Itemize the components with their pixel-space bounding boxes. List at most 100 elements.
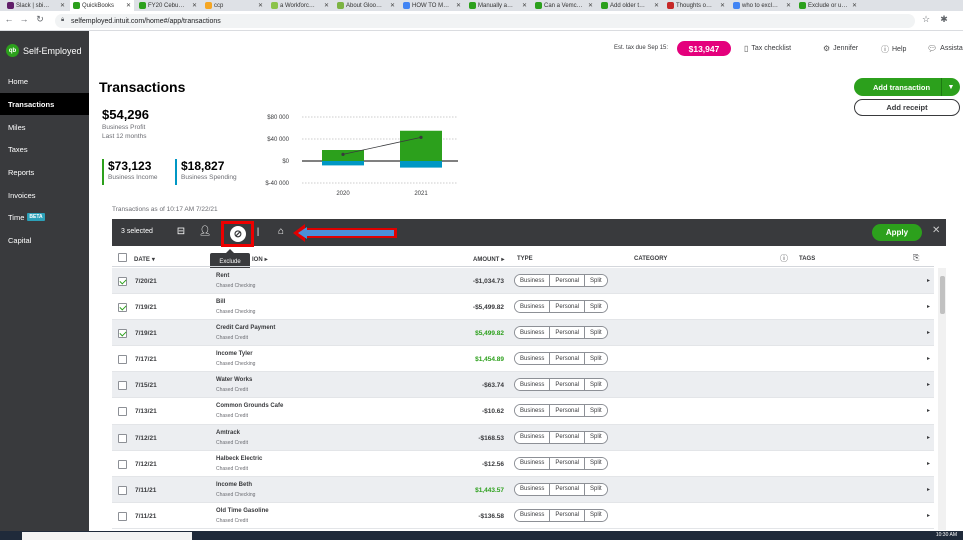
type-personal-button[interactable]: Personal — [550, 457, 586, 469]
type-personal-button[interactable]: Personal — [550, 327, 586, 339]
browser-tab[interactable]: HOW TO M… ✕ — [400, 0, 464, 11]
attachment-icon[interactable]: ⎘ — [913, 253, 919, 263]
type-personal-button[interactable]: Personal — [550, 405, 586, 417]
tab-close-icon[interactable]: ✕ — [786, 2, 791, 9]
type-business-button[interactable]: Business — [515, 457, 551, 469]
expand-row-icon[interactable]: ▸ — [927, 277, 930, 284]
expand-row-icon[interactable]: ▸ — [927, 486, 930, 493]
row-checkbox[interactable] — [118, 303, 127, 313]
row-checkbox[interactable] — [118, 459, 127, 469]
person-icon[interactable]: 👤︎ — [198, 226, 212, 237]
browser-tab[interactable]: QuickBooks ✕ — [70, 0, 134, 11]
browser-tab[interactable]: a Workforc… ✕ — [268, 0, 332, 11]
tab-close-icon[interactable]: ✕ — [324, 2, 329, 9]
type-business-button[interactable]: Business — [515, 275, 551, 286]
sidebar-item-invoices[interactable]: Invoices — [0, 184, 89, 206]
browser-tab[interactable]: Slack | sbi… ✕ — [4, 0, 68, 11]
type-business-button[interactable]: Business — [515, 379, 551, 391]
row-checkbox[interactable] — [118, 381, 127, 391]
table-row[interactable]: 7/11/21 Income Beth Chased Checking $1,443.… — [112, 476, 934, 503]
type-personal-button[interactable]: Personal — [550, 301, 586, 313]
extensions-icon[interactable]: ✱ — [938, 14, 950, 25]
sidebar-item-reports[interactable]: Reports — [0, 161, 89, 183]
add-receipt-button[interactable]: Add receipt — [854, 99, 960, 116]
table-row[interactable]: 7/20/21 Rent Chased Checking -$1,034.73 Busi… — [112, 268, 934, 295]
browser-tab[interactable]: FY20 Cebu… ✕ — [136, 0, 200, 11]
url-field[interactable]: 🔒︎ selfemployed.intuit.com/home#/app/tra… — [55, 14, 915, 28]
tab-close-icon[interactable]: ✕ — [258, 2, 263, 9]
reload-icon[interactable]: ↻ — [34, 14, 46, 25]
browser-tab[interactable]: Manually a… ✕ — [466, 0, 530, 11]
expand-row-icon[interactable]: ▸ — [927, 512, 930, 519]
expand-row-icon[interactable]: ▸ — [927, 407, 930, 414]
browser-tab[interactable]: who to excl… ✕ — [730, 0, 794, 11]
forward-arrow-icon[interactable]: → — [18, 14, 30, 24]
row-checkbox[interactable] — [118, 277, 127, 286]
expand-row-icon[interactable]: ▸ — [927, 303, 930, 310]
type-split-button[interactable]: Split — [585, 509, 607, 521]
profit-point[interactable] — [419, 135, 423, 139]
row-checkbox[interactable] — [118, 329, 127, 339]
expand-row-icon[interactable]: ▸ — [927, 355, 930, 362]
tax-checklist-link[interactable]: ▯ Tax checklist — [744, 44, 791, 53]
browser-tab[interactable]: About Gloo… ✕ — [334, 0, 398, 11]
type-personal-button[interactable]: Personal — [550, 353, 586, 365]
type-split-button[interactable]: Split — [585, 405, 607, 417]
spending-bar[interactable] — [322, 161, 364, 166]
tab-close-icon[interactable]: ✕ — [126, 2, 131, 9]
help-link[interactable]: ⓘ Help — [881, 44, 906, 55]
row-checkbox[interactable] — [118, 485, 127, 495]
sidebar-item-miles[interactable]: Miles — [0, 116, 89, 138]
assistant-link[interactable]: 💬︎ Assista — [927, 44, 963, 53]
table-row[interactable]: 7/11/21 Old Time Gasoline Chased Credit -$1… — [112, 503, 934, 529]
amount-column-header[interactable]: AMOUNT ▸ — [473, 256, 504, 264]
type-personal-button[interactable]: Personal — [550, 509, 586, 521]
type-business-button[interactable]: Business — [515, 353, 551, 365]
type-business-button[interactable]: Business — [515, 483, 551, 495]
briefcase-icon[interactable]: ⊟ — [174, 226, 188, 237]
close-icon[interactable]: ✕ — [932, 225, 940, 236]
row-checkbox[interactable] — [118, 407, 127, 417]
help-circle-icon[interactable]: ⓘ — [780, 253, 788, 264]
browser-tab[interactable]: Add older t… ✕ — [598, 0, 662, 11]
tab-close-icon[interactable]: ✕ — [720, 2, 725, 9]
type-split-button[interactable]: Split — [585, 483, 607, 495]
type-personal-button[interactable]: Personal — [550, 483, 586, 495]
type-split-button[interactable]: Split — [585, 431, 607, 443]
table-row[interactable]: 7/15/21 Water Works Chased Credit -$63.74 Bu… — [112, 372, 934, 399]
browser-tab[interactable]: Thoughts o… ✕ — [664, 0, 728, 11]
tab-close-icon[interactable]: ✕ — [390, 2, 395, 9]
description-column-header[interactable]: ION ▸ — [252, 256, 268, 264]
tab-close-icon[interactable]: ✕ — [588, 2, 593, 9]
type-personal-button[interactable]: Personal — [550, 431, 586, 443]
income-bar[interactable] — [400, 130, 442, 161]
sidebar-item-transactions[interactable]: Transactions — [0, 93, 89, 115]
type-split-button[interactable]: Split — [585, 327, 607, 339]
tab-close-icon[interactable]: ✕ — [852, 2, 857, 9]
table-row[interactable]: 7/13/21 Common Grounds Cafe Chased Credit -… — [112, 398, 934, 425]
type-business-button[interactable]: Business — [515, 405, 551, 417]
taskbar-search[interactable] — [22, 532, 192, 540]
sidebar-item-home[interactable]: Home — [0, 70, 89, 92]
expand-row-icon[interactable]: ▸ — [927, 460, 930, 467]
apply-button[interactable]: Apply — [872, 224, 922, 241]
exclude-button[interactable]: ⊘ — [221, 221, 254, 247]
scrollbar-thumb[interactable] — [940, 276, 945, 314]
row-checkbox[interactable] — [118, 511, 127, 521]
type-business-button[interactable]: Business — [515, 509, 551, 521]
type-split-button[interactable]: Split — [585, 301, 607, 313]
type-split-button[interactable]: Split — [585, 353, 607, 365]
type-split-button[interactable]: Split — [585, 379, 607, 391]
expand-row-icon[interactable]: ▸ — [927, 329, 930, 336]
chevron-down-icon[interactable]: ▼ — [942, 84, 960, 91]
date-column-header[interactable]: DATE ▾ — [134, 256, 155, 264]
type-business-button[interactable]: Business — [515, 301, 551, 313]
back-arrow-icon[interactable]: ← — [3, 14, 15, 24]
sidebar-item-time[interactable]: Time BETA — [0, 206, 89, 228]
type-split-button[interactable]: Split — [585, 457, 607, 469]
tag-icon[interactable]: ⌂ — [274, 226, 288, 237]
type-split-button[interactable]: Split — [585, 275, 607, 286]
table-row[interactable]: 7/19/21 Credit Card Payment Chased Credit $… — [112, 320, 934, 347]
expand-row-icon[interactable]: ▸ — [927, 434, 930, 441]
table-row[interactable]: 7/19/21 Bill Chased Checking -$5,499.82 Busi… — [112, 294, 934, 321]
